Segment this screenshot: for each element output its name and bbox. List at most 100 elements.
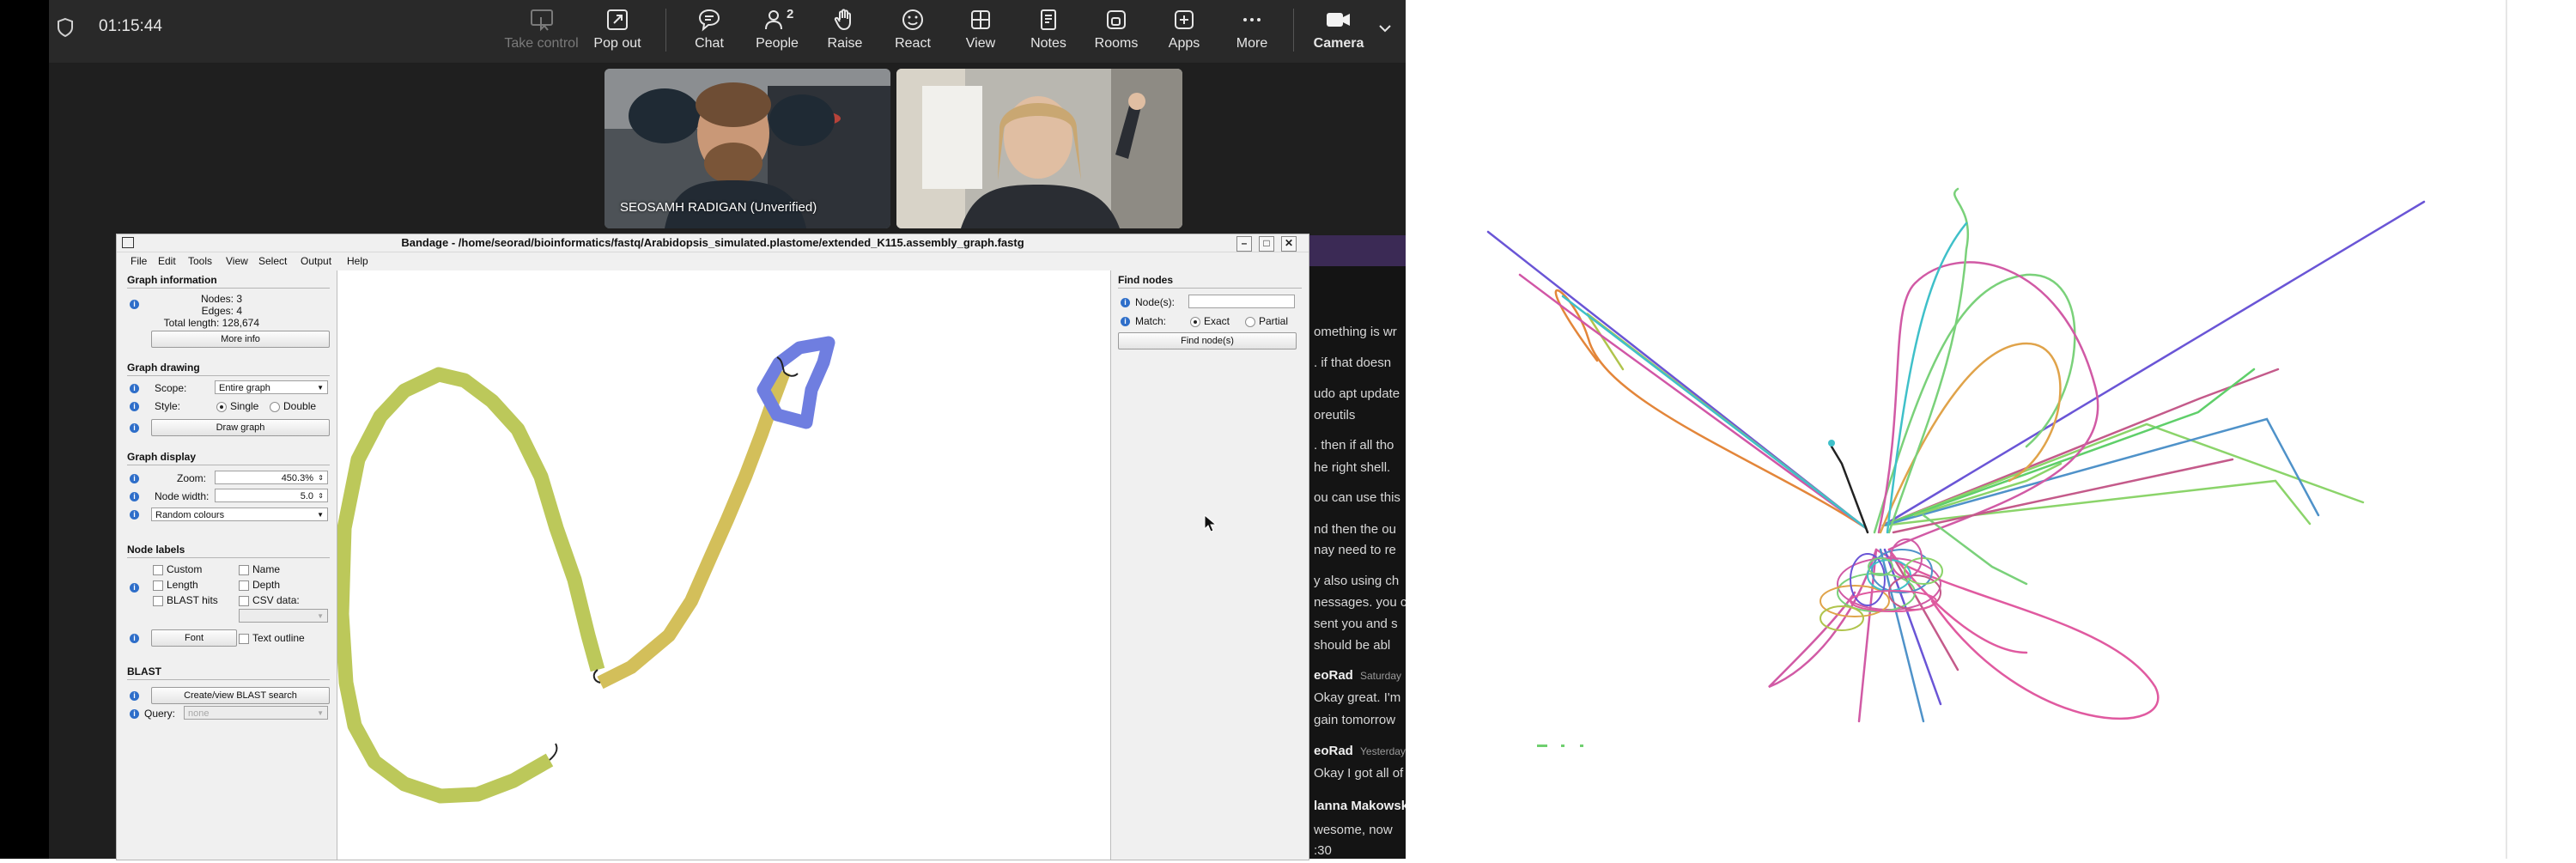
react-icon xyxy=(902,9,923,30)
blast-header: BLAST xyxy=(127,665,161,678)
take-control-button[interactable]: Take control xyxy=(496,0,586,63)
view-button[interactable]: View xyxy=(951,0,1011,63)
people-label: People xyxy=(756,36,799,51)
name-checkbox[interactable] xyxy=(239,565,249,575)
scope-select[interactable]: Entire graph ▼ xyxy=(215,380,328,394)
total-length: Total length: 128,674 xyxy=(163,317,259,329)
info-icon[interactable]: i xyxy=(1121,298,1130,307)
draw-graph-button[interactable]: Draw graph xyxy=(151,419,330,436)
more-button[interactable]: More xyxy=(1222,0,1282,63)
query-value: none xyxy=(188,708,210,719)
chevron-down-icon[interactable] xyxy=(1378,21,1392,37)
menu-file[interactable]: File xyxy=(131,255,147,267)
video-tile-second-participant[interactable] xyxy=(896,69,1182,228)
custom-checkbox[interactable] xyxy=(153,565,163,575)
graph-canvas[interactable] xyxy=(334,270,1111,860)
depth-label: Depth xyxy=(252,579,281,591)
colour-scheme-select[interactable]: Random colours ▼ xyxy=(151,507,328,521)
match-exact-radio[interactable] xyxy=(1190,317,1200,327)
menu-select[interactable]: Select xyxy=(258,255,287,267)
scope-value: Entire graph xyxy=(219,383,270,393)
blast-hits-checkbox[interactable] xyxy=(153,596,163,606)
more-info-button[interactable]: More info xyxy=(151,331,330,348)
divider xyxy=(1118,288,1302,289)
query-select[interactable]: none ▼ xyxy=(184,706,328,720)
style-double-radio[interactable] xyxy=(270,402,280,412)
menu-edit[interactable]: Edit xyxy=(158,255,176,267)
graph-display-header: Graph display xyxy=(127,451,197,463)
depth-checkbox[interactable] xyxy=(239,580,249,591)
info-icon[interactable]: i xyxy=(130,583,139,593)
maximize-button[interactable]: □ xyxy=(1259,236,1274,252)
colour-scheme-value: Random colours xyxy=(155,510,225,520)
graph-edge xyxy=(1922,514,2028,586)
minimize-button[interactable]: – xyxy=(1236,236,1252,252)
info-icon[interactable]: i xyxy=(130,709,139,719)
menu-help[interactable]: Help xyxy=(347,255,368,267)
style-single-radio[interactable] xyxy=(216,402,227,412)
toolbar-separator xyxy=(665,9,666,52)
take-control-label: Take control xyxy=(504,36,579,51)
zoom-spinbox[interactable]: 450.3% ⇕ xyxy=(215,471,328,484)
node-width-label: Node width: xyxy=(155,490,210,502)
info-icon[interactable]: i xyxy=(130,423,139,433)
chevron-down-icon: ▼ xyxy=(317,612,324,620)
video-tile-seosamh[interactable]: SEOSAMH RADIGAN (Unverified) xyxy=(605,69,890,228)
info-icon[interactable]: i xyxy=(130,474,139,483)
info-icon[interactable]: i xyxy=(130,492,139,501)
divider xyxy=(127,679,330,680)
apps-button[interactable]: Apps xyxy=(1154,0,1214,63)
camera-button[interactable]: Camera xyxy=(1304,0,1373,63)
people-button[interactable]: 2 People xyxy=(747,0,807,63)
info-icon[interactable]: i xyxy=(130,402,139,411)
info-icon[interactable]: i xyxy=(130,300,139,309)
csv-data-checkbox[interactable] xyxy=(239,596,249,606)
chat-line: gain tomorrow xyxy=(1314,713,1396,727)
info-icon[interactable]: i xyxy=(130,384,139,393)
rooms-icon xyxy=(1107,10,1126,29)
chat-button[interactable]: Chat xyxy=(679,0,739,63)
chevron-down-icon: ▼ xyxy=(317,384,324,392)
chat-line: nessages. you c xyxy=(1314,595,1406,610)
font-button[interactable]: Font xyxy=(151,629,237,647)
notes-button[interactable]: Notes xyxy=(1018,0,1078,63)
info-icon[interactable]: i xyxy=(130,510,139,520)
pop-out-button[interactable]: Pop out xyxy=(587,0,647,63)
info-icon[interactable]: i xyxy=(1121,317,1130,326)
rooms-button[interactable]: Rooms xyxy=(1086,0,1146,63)
more-icon xyxy=(1243,18,1261,21)
info-icon[interactable]: i xyxy=(130,634,139,643)
node-labels-header: Node labels xyxy=(127,544,185,556)
chat-line: sent you and s xyxy=(1314,617,1398,631)
find-nodes-button[interactable]: Find node(s) xyxy=(1118,332,1297,349)
zoom-label: Zoom: xyxy=(177,472,207,484)
nodes-search-input[interactable] xyxy=(1188,295,1295,308)
notes-icon xyxy=(1041,9,1056,30)
graph-drawing-header: Graph drawing xyxy=(127,362,200,374)
csv-column-select[interactable]: ▼ xyxy=(239,609,328,623)
length-checkbox[interactable] xyxy=(153,580,163,591)
chat-author: eoRad xyxy=(1314,744,1353,758)
notes-label: Notes xyxy=(1030,36,1066,51)
style-label: Style: xyxy=(155,400,181,412)
chat-line: should be abl xyxy=(1314,638,1391,653)
chat-author: lanna Makowski xyxy=(1314,799,1406,813)
second-graph-render xyxy=(1408,0,2507,859)
node-width-value: 5.0 xyxy=(300,491,313,501)
raise-hand-button[interactable]: Raise xyxy=(815,0,875,63)
blast-search-button[interactable]: Create/view BLAST search xyxy=(151,687,330,704)
node-width-spinbox[interactable]: 5.0 ⇕ xyxy=(215,489,328,502)
menu-view[interactable]: View xyxy=(226,255,248,267)
match-partial-radio[interactable] xyxy=(1245,317,1255,327)
custom-label: Custom xyxy=(167,563,203,575)
react-button[interactable]: React xyxy=(883,0,943,63)
menu-tools[interactable]: Tools xyxy=(188,255,212,267)
close-button[interactable]: ✕ xyxy=(1281,236,1297,252)
graph-edge xyxy=(1879,342,2062,534)
window-title: Bandage - /home/seorad/bioinformatics/fa… xyxy=(401,236,1024,249)
text-outline-checkbox[interactable] xyxy=(239,634,249,644)
find-nodes-panel: Find nodes i Node(s): i Match: Exact Par… xyxy=(1111,270,1309,860)
menu-output[interactable]: Output xyxy=(301,255,331,267)
chat-panel-partial[interactable]: omething is wr . if that doesn udo apt u… xyxy=(1309,266,1406,859)
info-icon[interactable]: i xyxy=(130,691,139,701)
